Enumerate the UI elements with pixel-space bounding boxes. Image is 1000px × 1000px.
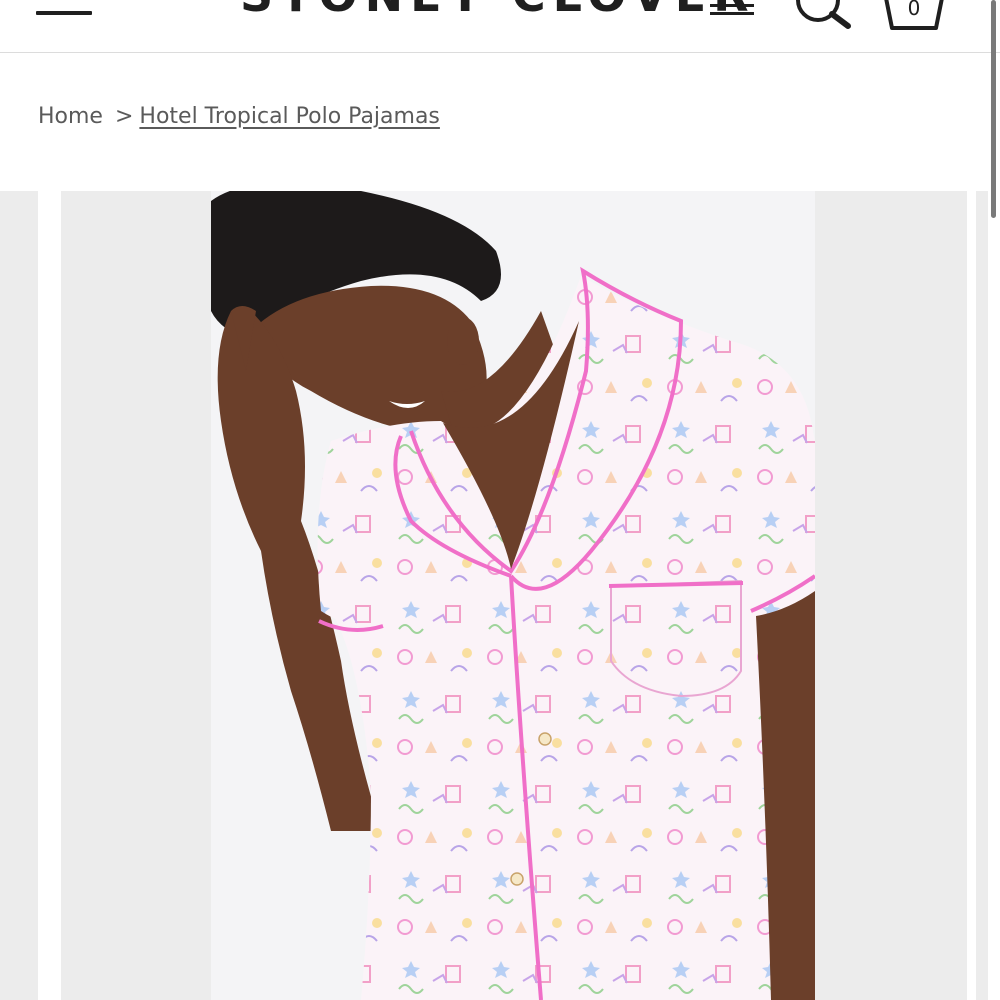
brand-logo-mark [710, 4, 754, 18]
search-icon[interactable] [792, 0, 854, 32]
cart-count-badge: 0 [907, 0, 921, 20]
cart-icon[interactable]: 0 [878, 0, 950, 32]
brand-logo[interactable]: STONEY CLOVER [240, 0, 756, 20]
product-gallery [0, 191, 988, 1000]
breadcrumb-home-link[interactable]: Home [38, 104, 103, 129]
scrollbar-thumb[interactable] [991, 0, 996, 218]
breadcrumb: Home > Hotel Tropical Polo Pajamas [38, 100, 440, 134]
product-image[interactable] [211, 191, 815, 1000]
gallery-next-slide[interactable] [976, 191, 988, 1000]
breadcrumb-separator: > [114, 104, 134, 129]
breadcrumb-current-link[interactable]: Hotel Tropical Polo Pajamas [139, 104, 440, 129]
hamburger-menu-icon[interactable] [36, 0, 94, 20]
gallery-main-slide[interactable] [61, 191, 967, 1000]
page-scrollbar[interactable] [988, 0, 1000, 1000]
product-page: STONEY CLOVER 0 Home >Hotel Tropical Polo… [0, 0, 1000, 1000]
gallery-previous-slide[interactable] [0, 191, 38, 1000]
site-header: STONEY CLOVER 0 [0, 0, 1000, 53]
